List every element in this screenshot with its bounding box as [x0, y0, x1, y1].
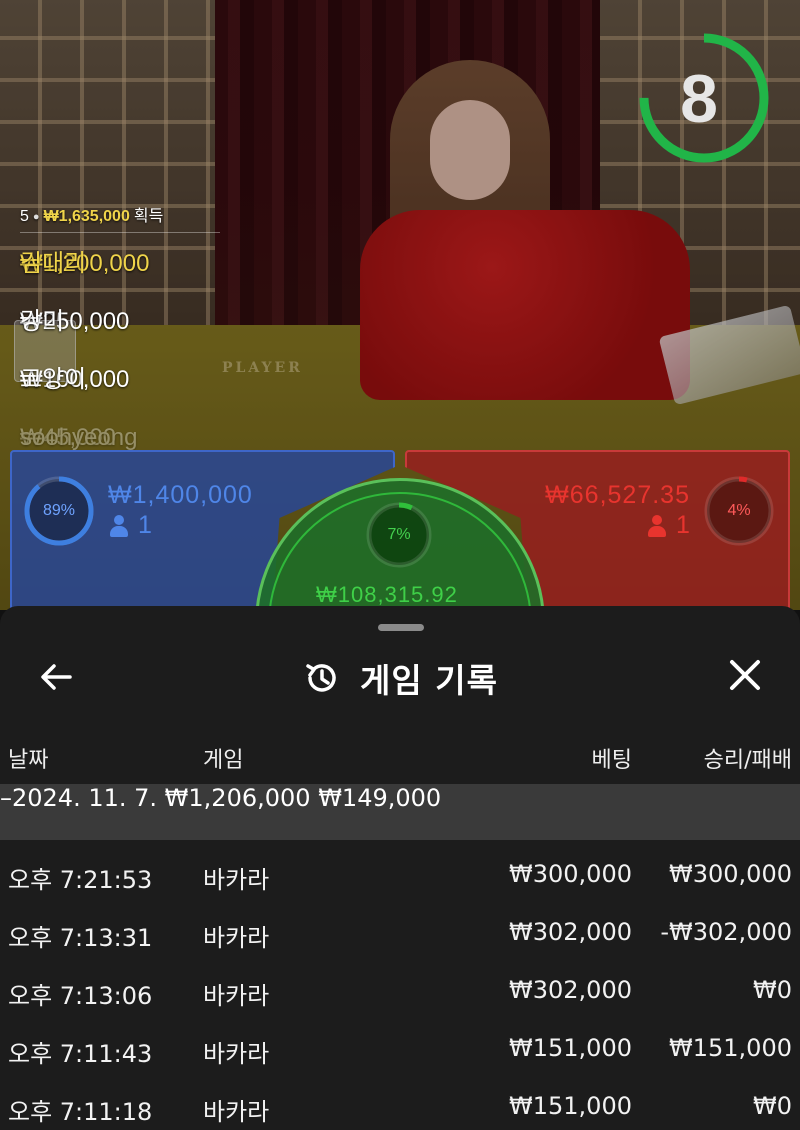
banker-percent: 4% — [727, 502, 751, 519]
panel-header: 게임 기록 — [0, 646, 800, 710]
drag-handle[interactable] — [378, 624, 424, 631]
history-rows: 오후 7:21:53 바카라 ₩300,000 ₩300,000 오후 7:13… — [0, 846, 800, 1130]
row-game: 바카라 — [203, 866, 270, 894]
person-icon: ● — [32, 211, 40, 223]
person-icon — [110, 514, 128, 537]
winner-row: ₩100,000 고양이 — [20, 353, 220, 411]
winner-row: ₩1,200,000 김대리 — [20, 237, 220, 295]
winners-total-suffix: 획득 — [133, 208, 164, 225]
live-video: PLAYER BA 8 5 ● ₩1,635,000 획득 ₩1,200,000… — [0, 0, 800, 610]
player-percent-ring: 89% — [22, 474, 96, 548]
row-result: ₩300,000 — [669, 860, 792, 888]
back-button[interactable] — [34, 654, 80, 700]
winner-row: ₩250,000 강미 — [20, 295, 220, 353]
winners-list: 5 ● ₩1,635,000 획득 ₩1,200,000 김대리 ₩250,00… — [20, 204, 220, 469]
column-bet: 베팅 — [591, 748, 632, 773]
winners-total: ₩1,635,000 — [43, 208, 130, 225]
winner-name: 강미 — [20, 308, 65, 335]
player-bet-amount: ₩1,400,000 — [108, 481, 253, 509]
timer-value: 8 — [680, 61, 718, 137]
row-time: 오후 7:21:53 — [8, 866, 153, 894]
row-result: -₩302,000 — [660, 918, 792, 946]
row-time: 오후 7:13:06 — [8, 982, 153, 1010]
row-bet: ₩151,000 — [509, 1034, 632, 1062]
table-header: 날짜 게임 베팅 승리/패배 — [0, 734, 800, 778]
row-time: 오후 7:13:31 — [8, 924, 153, 952]
close-icon — [730, 660, 760, 690]
day-bet-total: ₩1,206,000 — [164, 784, 311, 812]
tie-percent-ring: 7% — [364, 500, 434, 570]
tie-percent: 7% — [387, 526, 411, 543]
row-bet: ₩300,000 — [509, 860, 632, 888]
row-bet: ₩302,000 — [509, 918, 632, 946]
day-summary-row[interactable]: –2024. 11. 7. ₩1,206,000 ₩149,000 — [0, 784, 800, 840]
banker-percent-ring: 4% — [702, 474, 776, 548]
winners-summary: 5 ● ₩1,635,000 획득 — [20, 204, 220, 233]
arrow-left-icon — [41, 664, 72, 690]
row-game: 바카라 — [203, 924, 270, 952]
row-result: ₩0 — [753, 1092, 792, 1120]
day-date: –2024. 11. 7. — [0, 784, 158, 812]
row-bet: ₩151,000 — [509, 1092, 632, 1120]
row-bet: ₩302,000 — [509, 976, 632, 1004]
person-icon — [648, 514, 666, 537]
player-percent: 89% — [42, 502, 76, 519]
column-result: 승리/패배 — [703, 748, 792, 773]
table-row[interactable]: 오후 7:13:31 바카라 ₩302,000 -₩302,000 — [0, 904, 800, 962]
winner-name: 김대리 — [20, 250, 87, 277]
close-button[interactable] — [722, 652, 768, 698]
winner-name: 고양이 — [20, 366, 87, 393]
game-history-panel: 게임 기록 날짜 게임 베팅 승리/패배 –2024. 11. 7. ₩1,20… — [0, 606, 800, 1130]
winner-name: soohyeong — [20, 424, 138, 451]
row-time: 오후 7:11:43 — [8, 1040, 153, 1068]
row-time: 오후 7:11:18 — [8, 1098, 153, 1126]
player-bettor-count: 1 — [138, 511, 152, 539]
row-game: 바카라 — [203, 1040, 270, 1068]
banker-bettors: 1 — [648, 511, 690, 540]
row-game: 바카라 — [203, 1098, 270, 1126]
countdown-timer: 8 — [624, 30, 772, 166]
day-result-total: ₩149,000 — [318, 784, 442, 812]
winner-count: 5 — [20, 208, 29, 225]
banker-bet-amount: ₩66,527.35 — [545, 481, 690, 509]
history-icon — [306, 664, 336, 692]
tie-bet-amount: ₩108,315.92 — [316, 582, 458, 607]
table-row[interactable]: 오후 7:11:43 바카라 ₩151,000 ₩151,000 — [0, 1020, 800, 1078]
row-game: 바카라 — [203, 982, 270, 1010]
table-row[interactable]: 오후 7:11:18 바카라 ₩151,000 ₩0 — [0, 1078, 800, 1130]
panel-title: 게임 기록 — [360, 661, 498, 700]
table-row[interactable]: 오후 7:13:06 바카라 ₩302,000 ₩0 — [0, 962, 800, 1020]
column-game: 게임 — [203, 748, 244, 773]
column-date: 날짜 — [8, 748, 49, 773]
row-result: ₩0 — [753, 976, 792, 1004]
row-result: ₩151,000 — [669, 1034, 792, 1062]
banker-bettor-count: 1 — [676, 511, 690, 539]
player-bettors: 1 — [110, 511, 152, 540]
table-row[interactable]: 오후 7:21:53 바카라 ₩300,000 ₩300,000 — [0, 846, 800, 904]
